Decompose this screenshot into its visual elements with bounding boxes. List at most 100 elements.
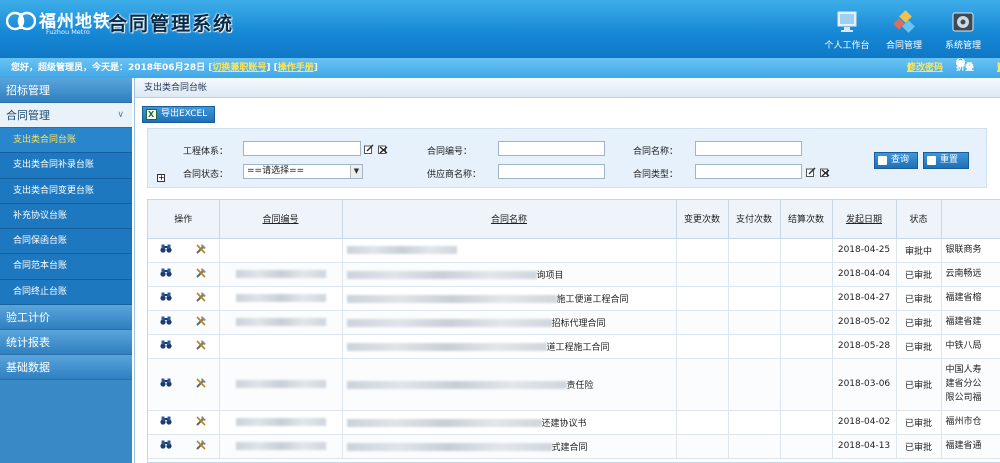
- change-count-cell: [676, 334, 729, 359]
- view-icon[interactable]: [160, 292, 172, 304]
- sidebar-menu-valuation[interactable]: 验工计价: [0, 305, 132, 331]
- reset-button[interactable]: 重置: [923, 152, 969, 169]
- sidebar-item-guarantee-ledger[interactable]: 合同保函台账: [0, 229, 132, 255]
- redacted-text: [235, 317, 326, 326]
- contract-name-input[interactable]: [695, 141, 802, 156]
- contract-name-cell[interactable]: 询项目: [342, 262, 677, 287]
- contract-name-cell[interactable]: 责任险: [342, 358, 677, 411]
- payment-count-cell: [728, 410, 781, 435]
- sidebar-menu-contract-label: 合同管理: [6, 109, 50, 122]
- sidebar-item-agreement-ledger[interactable]: 补充协议台账: [0, 203, 132, 230]
- change-password-link[interactable]: 修改密码: [907, 58, 943, 78]
- view-icon[interactable]: [160, 340, 172, 352]
- contract-management-label: 合同管理: [885, 41, 922, 51]
- contract-no-cell[interactable]: [219, 410, 343, 435]
- payment-count-cell: [728, 262, 781, 287]
- export-excel-button[interactable]: 导出EXCEL: [142, 106, 215, 123]
- contract-name-cell[interactable]: 道工程施工合同: [342, 334, 677, 359]
- table-row[interactable]: 还建协议书 2018-04-02 已审批 福州市仓: [148, 410, 1000, 435]
- edit-tool-icon[interactable]: [195, 415, 207, 430]
- table-row[interactable]: 责任险 2018-03-06 已审批 中国人寿 建省分公 限公司福: [148, 358, 1000, 411]
- sidebar-item-supplement-ledger[interactable]: 支出类合同补录台账: [0, 153, 132, 179]
- contract-type-input[interactable]: [695, 164, 802, 179]
- view-icon[interactable]: [160, 268, 172, 280]
- switch-account-link[interactable]: 切换兼职账号: [212, 63, 266, 73]
- table-row[interactable]: 2018-04-25 审批中 银联商务: [148, 238, 1000, 263]
- edit-tool-icon[interactable]: [195, 291, 207, 306]
- col-header-start-date[interactable]: 发起日期: [832, 200, 897, 239]
- table-row[interactable]: 道工程施工合同 2018-05-28 已审批 中铁八局: [148, 334, 1000, 359]
- contract-status-select[interactable]: ==请选择== ▼: [243, 164, 363, 179]
- contract-name-cell[interactable]: [342, 238, 677, 263]
- search-icon: [878, 156, 887, 165]
- contract-name-tail: 责任险: [566, 380, 594, 391]
- contract-management-button[interactable]: 合同管理: [874, 10, 934, 52]
- settle-count-cell: [780, 310, 833, 335]
- contract-name-cell[interactable]: 施工便道工程合同: [342, 286, 677, 311]
- contract-no-cell[interactable]: [219, 358, 343, 411]
- edit-tool-icon[interactable]: [195, 439, 207, 454]
- sidebar-item-termination-ledger[interactable]: 合同终止台账: [0, 279, 132, 306]
- edit-tool-icon[interactable]: [195, 267, 207, 282]
- status-cell: 已审批: [896, 334, 942, 359]
- payment-count-cell: [728, 358, 781, 411]
- sidebar-menu-contract[interactable]: 合同管理 ∨: [0, 103, 132, 128]
- table-row[interactable]: 式建合同 2018-04-13 已审批 福建省通: [148, 434, 1000, 459]
- clear-icon[interactable]: [820, 167, 830, 177]
- redacted-text: [346, 381, 567, 389]
- supplier-input[interactable]: [498, 164, 605, 179]
- col-header-payment-count: 支付次数: [728, 200, 781, 239]
- payment-count-cell: [728, 310, 781, 335]
- table-row[interactable]: 招标代理合同 2018-05-02 已审批 福建省建: [148, 310, 1000, 335]
- clear-icon[interactable]: [378, 144, 388, 154]
- settle-count-cell: [780, 286, 833, 311]
- table-row[interactable]: 施工便道工程合同 2018-04-27 已审批 福建省榕: [148, 286, 1000, 311]
- contract-table-grid: 操作 合同编号 合同名称 变更次数 支付次数 结算次数 发起日期 状态 2018…: [148, 200, 1000, 459]
- sidebar-item-template-ledger[interactable]: 合同范本台账: [0, 254, 132, 280]
- contract-no-cell[interactable]: [219, 310, 343, 335]
- status-cell: 审批中: [896, 238, 942, 263]
- edit-tool-icon[interactable]: [195, 315, 207, 330]
- edit-icon[interactable]: [364, 144, 374, 154]
- view-icon[interactable]: [160, 244, 172, 256]
- main-panel: 支出类合同台帐 导出EXCEL + 工程体系： 合同编号： 合同名称： 合同状态…: [134, 78, 1000, 463]
- view-icon[interactable]: [160, 440, 172, 452]
- system-management-label: 系统管理: [944, 41, 981, 51]
- start-date-cell: 2018-05-02: [832, 310, 897, 335]
- contract-no-cell[interactable]: [219, 262, 343, 287]
- personal-workbench-button[interactable]: 个人工作台: [817, 10, 877, 52]
- view-icon[interactable]: [160, 316, 172, 328]
- project-system-input[interactable]: [243, 141, 361, 156]
- table-row[interactable]: 询项目 2018-04-04 已审批 云南畅远: [148, 262, 1000, 287]
- contract-name-cell[interactable]: 招标代理合同: [342, 310, 677, 335]
- contract-no-cell[interactable]: [219, 286, 343, 311]
- edit-tool-icon[interactable]: [195, 339, 207, 354]
- system-management-button[interactable]: 系统管理: [933, 10, 993, 52]
- reset-icon: [927, 156, 936, 165]
- view-icon[interactable]: [160, 416, 172, 428]
- manual-link[interactable]: 操作手册: [278, 63, 314, 73]
- contract-status-label: 合同状态：: [183, 170, 229, 180]
- query-button[interactable]: 查询: [874, 152, 918, 169]
- edit-tool-icon[interactable]: [195, 243, 207, 258]
- col-header-contract-no[interactable]: 合同编号: [219, 200, 343, 239]
- contract-no-cell[interactable]: [219, 238, 343, 263]
- sidebar-item-change-ledger[interactable]: 支出类合同变更台账: [0, 178, 132, 204]
- view-icon[interactable]: [160, 378, 172, 390]
- sidebar-menu-reports[interactable]: 统计报表: [0, 330, 132, 356]
- reset-label: 重置: [940, 155, 959, 165]
- col-header-contract-name[interactable]: 合同名称: [342, 200, 677, 239]
- sidebar-menu-basedata[interactable]: 基础数据: [0, 355, 132, 381]
- redacted-text: [235, 269, 326, 278]
- edit-icon[interactable]: [806, 167, 816, 177]
- sidebar-menu-bidding[interactable]: 招标管理: [0, 78, 132, 103]
- contract-name-cell[interactable]: 还建协议书: [342, 410, 677, 435]
- contract-no-cell[interactable]: [219, 334, 343, 359]
- edit-tool-icon[interactable]: [195, 377, 207, 392]
- sidebar-item-expense-ledger[interactable]: 支出类合同台账: [0, 128, 132, 154]
- contract-no-cell[interactable]: [219, 434, 343, 459]
- contract-name-cell[interactable]: 式建合同: [342, 434, 677, 459]
- contract-no-input[interactable]: [498, 141, 605, 156]
- expand-icon[interactable]: +: [157, 174, 165, 182]
- start-date-cell: 2018-05-28: [832, 334, 897, 359]
